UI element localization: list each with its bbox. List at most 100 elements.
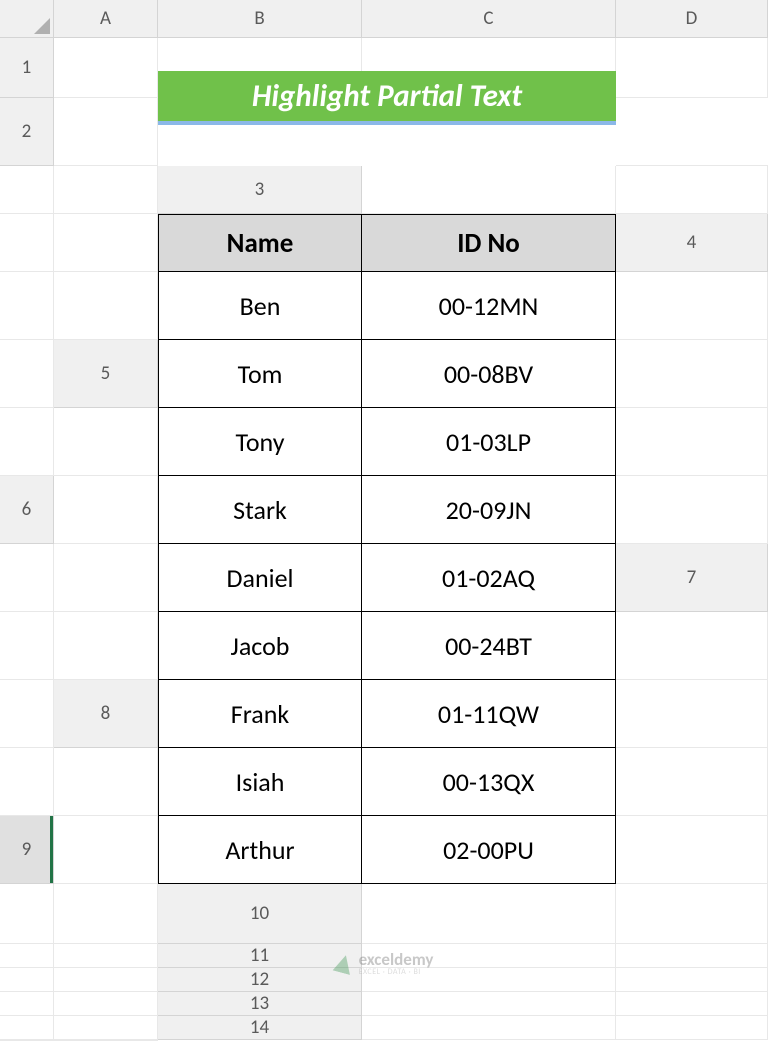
row-header-5[interactable]: 5 <box>54 340 158 408</box>
cell-b12[interactable] <box>616 968 768 992</box>
title-banner: Highlight Partial Text <box>158 64 616 132</box>
row-header-14[interactable]: 14 <box>158 1016 362 1040</box>
cell-id[interactable]: 20-09JN <box>362 476 616 544</box>
cell-b11[interactable] <box>616 944 768 968</box>
col-header-d[interactable]: D <box>616 0 768 38</box>
cell-name[interactable]: Tom <box>158 340 362 408</box>
cell-a1[interactable] <box>54 38 158 98</box>
watermark: exceldemy EXCEL · DATA · BI <box>335 951 434 976</box>
cell-b14[interactable] <box>616 1016 768 1040</box>
table-row: Tom 00-08BV <box>158 340 616 408</box>
cell-c3[interactable] <box>0 214 54 272</box>
cell-b8[interactable] <box>0 748 54 816</box>
cell-b6[interactable] <box>616 476 768 544</box>
cell-d8[interactable] <box>616 748 768 816</box>
row-header-12[interactable]: 12 <box>158 968 362 992</box>
cell-d4[interactable] <box>0 340 54 408</box>
cell-name[interactable]: Isiah <box>158 748 362 816</box>
cell-c9[interactable] <box>0 884 54 944</box>
cell-c2[interactable] <box>0 166 54 214</box>
cell-d10[interactable] <box>54 944 158 968</box>
cell-d1[interactable] <box>616 38 768 98</box>
cell-a2[interactable] <box>54 98 158 166</box>
cell-c10[interactable] <box>0 944 54 968</box>
cell-c7[interactable] <box>616 612 768 680</box>
table-header-name[interactable]: Name <box>158 214 362 272</box>
row-header-7[interactable]: 7 <box>616 544 768 612</box>
row-header-4[interactable]: 4 <box>616 214 768 272</box>
row-header-10[interactable]: 10 <box>158 884 362 944</box>
cell-id[interactable]: 00-08BV <box>362 340 616 408</box>
cell-b4[interactable] <box>54 272 158 340</box>
cell-a9[interactable] <box>54 816 158 884</box>
cell-c8[interactable] <box>54 748 158 816</box>
cell-id[interactable]: 00-12MN <box>362 272 616 340</box>
cell-b10[interactable] <box>616 884 768 944</box>
cell-name[interactable]: Tony <box>158 408 362 476</box>
table-row: Frank 01-11QW <box>158 680 616 748</box>
cell-a4[interactable] <box>0 272 54 340</box>
cell-d5[interactable] <box>616 408 768 476</box>
cell-a8[interactable] <box>616 680 768 748</box>
cell-id[interactable]: 01-11QW <box>362 680 616 748</box>
cell-c13[interactable] <box>0 1016 54 1040</box>
cell-name[interactable]: Stark <box>158 476 362 544</box>
cell-a3[interactable] <box>362 166 616 214</box>
watermark-icon <box>333 952 355 974</box>
cell-id[interactable]: 00-13QX <box>362 748 616 816</box>
cell-name[interactable]: Jacob <box>158 612 362 680</box>
data-table: Name ID No Ben 00-12MN Tom 00-08BV Tony … <box>158 214 616 884</box>
cell-d7[interactable] <box>0 680 54 748</box>
cell-c4[interactable] <box>616 272 768 340</box>
cell-b9[interactable] <box>616 816 768 884</box>
cell-b5[interactable] <box>0 408 54 476</box>
cell-a5[interactable] <box>616 340 768 408</box>
table-header-id[interactable]: ID No <box>362 214 616 272</box>
row-header-1[interactable]: 1 <box>0 38 54 98</box>
cell-name[interactable]: Arthur <box>158 816 362 884</box>
cell-a13[interactable] <box>362 992 616 1016</box>
col-header-a[interactable]: A <box>54 0 158 38</box>
cell-d13[interactable] <box>54 1016 158 1040</box>
select-all-corner[interactable] <box>0 0 54 38</box>
cell-id[interactable]: 01-02AQ <box>362 544 616 612</box>
cell-c6[interactable] <box>0 544 54 612</box>
cell-b2[interactable] <box>616 98 768 166</box>
cell-b3[interactable] <box>616 166 768 214</box>
cell-name[interactable]: Daniel <box>158 544 362 612</box>
col-header-c[interactable]: C <box>362 0 616 38</box>
cell-d11[interactable] <box>54 968 158 992</box>
row-header-3[interactable]: 3 <box>158 166 362 214</box>
cell-id[interactable]: 02-00PU <box>362 816 616 884</box>
table-row: Daniel 01-02AQ <box>158 544 616 612</box>
table-row: Arthur 02-00PU <box>158 816 616 884</box>
cell-d9[interactable] <box>54 884 158 944</box>
cell-d6[interactable] <box>54 544 158 612</box>
row-header-11[interactable]: 11 <box>158 944 362 968</box>
cell-a14[interactable] <box>362 1016 616 1040</box>
spreadsheet-grid: A B C D 1 2 3 4 5 6 7 8 9 10 <box>0 0 768 1028</box>
row-header-9[interactable]: 9 <box>0 816 54 884</box>
cell-a6[interactable] <box>54 476 158 544</box>
row-header-2[interactable]: 2 <box>0 98 54 166</box>
cell-a7[interactable] <box>0 612 54 680</box>
page-title: Highlight Partial Text <box>158 71 616 125</box>
cell-b7[interactable] <box>54 612 158 680</box>
cell-a10[interactable] <box>362 884 616 944</box>
cell-d3[interactable] <box>54 214 158 272</box>
cell-b13[interactable] <box>616 992 768 1016</box>
row-header-13[interactable]: 13 <box>158 992 362 1016</box>
row-header-8[interactable]: 8 <box>54 680 158 748</box>
cell-id[interactable]: 00-24BT <box>362 612 616 680</box>
cell-name[interactable]: Frank <box>158 680 362 748</box>
cell-d2[interactable] <box>54 166 158 214</box>
col-header-b[interactable]: B <box>158 0 362 38</box>
cell-id[interactable]: 01-03LP <box>362 408 616 476</box>
cell-d12[interactable] <box>54 992 158 1016</box>
cell-c12[interactable] <box>0 992 54 1016</box>
row-header-6[interactable]: 6 <box>0 476 54 544</box>
table-row: Jacob 00-24BT <box>158 612 616 680</box>
cell-name[interactable]: Ben <box>158 272 362 340</box>
cell-c5[interactable] <box>54 408 158 476</box>
cell-c11[interactable] <box>0 968 54 992</box>
